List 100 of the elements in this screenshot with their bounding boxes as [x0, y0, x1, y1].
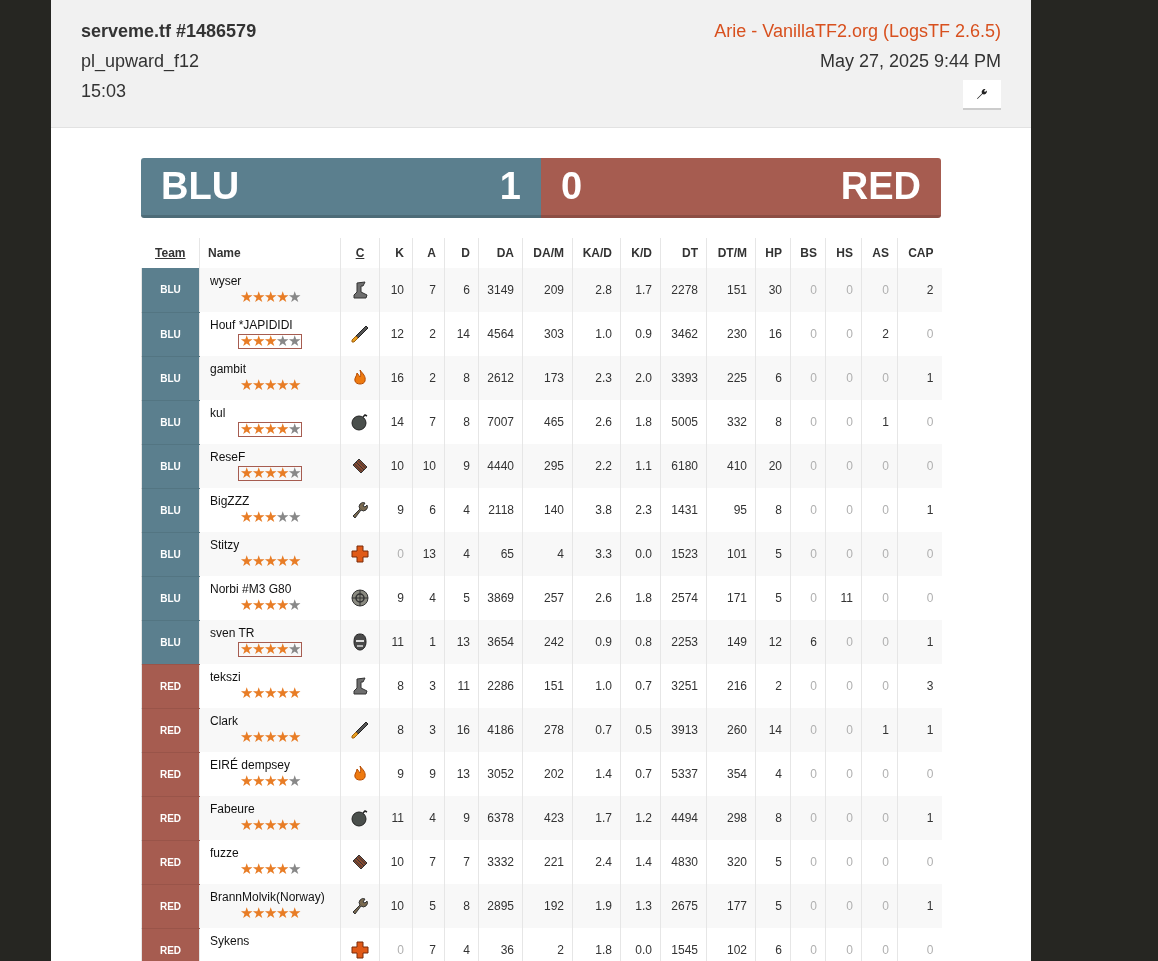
stat-cell: 13: [412, 532, 445, 576]
stat-cell: 9: [444, 796, 479, 840]
stat-cell: 151: [706, 268, 756, 312]
player-name[interactable]: Fabeure: [210, 802, 255, 816]
team-cell: RED: [141, 664, 200, 708]
star-icon: ★: [276, 907, 288, 920]
star-icon: ★: [288, 775, 300, 788]
star-icon: ★: [240, 643, 252, 656]
stat-cell: 0: [790, 356, 826, 400]
stat-cell: 8: [444, 356, 479, 400]
stat-cell: 2253: [660, 620, 707, 664]
stat-cell: 5: [755, 532, 791, 576]
player-name[interactable]: tekszi: [210, 670, 241, 684]
stat-cell: 149: [706, 620, 756, 664]
stat-cell: 0: [790, 444, 826, 488]
player-name[interactable]: sven TR: [210, 626, 255, 640]
star-icon: ★: [276, 687, 288, 700]
star-icon: ★: [264, 423, 276, 436]
team-cell: RED: [141, 840, 200, 884]
star-icon: ★: [276, 335, 288, 348]
stat-cell: 10: [379, 268, 413, 312]
column-header: A: [427, 246, 436, 260]
uploader-link[interactable]: Arie - VanillaTF2.org (LogsTF 2.6.5): [714, 20, 1001, 42]
star-icon: ★: [276, 599, 288, 612]
star-icon: ★: [288, 511, 300, 524]
stat-cell: 298: [706, 796, 756, 840]
star-icon: ★: [240, 335, 252, 348]
stat-cell: 0: [825, 796, 862, 840]
stat-cell: 3.3: [572, 532, 621, 576]
stat-cell: 192: [522, 884, 573, 928]
player-name[interactable]: BrannMolvik(Norway): [210, 890, 325, 904]
wrench-button[interactable]: [963, 80, 1001, 110]
stat-cell: 0.0: [620, 532, 661, 576]
stat-cell: 1: [897, 884, 942, 928]
stat-cell: 14: [755, 708, 791, 752]
player-name[interactable]: gambit: [210, 362, 247, 376]
player-name[interactable]: Norbi #M3 G80: [210, 582, 292, 596]
stat-cell: 0: [825, 444, 862, 488]
stat-cell: 102: [706, 928, 756, 961]
column-header-link[interactable]: Team: [155, 246, 186, 260]
stat-cell: 0: [790, 884, 826, 928]
masked-head-icon: [350, 632, 370, 652]
player-name[interactable]: Stitzy: [210, 538, 240, 552]
stat-cell: 0.8: [620, 620, 661, 664]
star-icon: ★: [240, 863, 252, 876]
stat-cell: 10: [379, 884, 413, 928]
stat-cell: 2.8: [572, 268, 621, 312]
player-name[interactable]: Clark: [210, 714, 238, 728]
star-icon: ★: [264, 863, 276, 876]
player-name[interactable]: BigZZZ: [210, 494, 250, 508]
star-icon: ★: [276, 555, 288, 568]
team-cell: BLU: [141, 576, 200, 620]
stat-cell: 12: [755, 620, 791, 664]
stat-cell: 4: [522, 532, 573, 576]
stat-cell: 6378: [478, 796, 523, 840]
stat-cell: 2: [412, 356, 445, 400]
star-icon: ★: [240, 687, 252, 700]
column-header: KA/D: [582, 246, 612, 260]
star-icon: ★: [264, 511, 276, 524]
player-name[interactable]: ReseF: [210, 450, 246, 464]
star-icon: ★: [264, 335, 276, 348]
star-icon: ★: [276, 643, 288, 656]
star-icon: ★: [288, 467, 300, 480]
star-icon: ★: [264, 731, 276, 744]
team-label: BLU: [161, 165, 240, 208]
team-cell: BLU: [141, 444, 200, 488]
stat-cell: 1: [897, 356, 942, 400]
stat-cell: 1.1: [620, 444, 661, 488]
team-cell: RED: [141, 796, 200, 840]
stat-cell: 0: [861, 444, 898, 488]
player-name[interactable]: wyser: [210, 274, 242, 288]
team-cell: BLU: [141, 268, 200, 312]
star-icon: ★: [240, 467, 252, 480]
stat-cell: 3393: [660, 356, 707, 400]
team-score: 0: [561, 165, 583, 208]
player-name[interactable]: fuzze: [210, 846, 239, 860]
team-cell: RED: [141, 928, 200, 961]
stat-cell: 242: [522, 620, 573, 664]
star-icon: ★: [288, 291, 300, 304]
stat-cell: 1: [897, 620, 942, 664]
stat-cell: 0: [825, 356, 862, 400]
player-name[interactable]: Sykens: [210, 934, 250, 948]
stat-cell: 0: [861, 796, 898, 840]
star-icon: ★: [252, 599, 264, 612]
star-icon: ★: [252, 687, 264, 700]
player-name[interactable]: Houf *JAPIDIDI: [210, 318, 293, 332]
stat-cell: 0: [825, 532, 862, 576]
player-name[interactable]: EIRÉ dempsey: [210, 758, 291, 772]
stat-cell: 10: [379, 444, 413, 488]
stat-cell: 0: [790, 532, 826, 576]
match-duration: 15:03: [81, 80, 128, 102]
column-header-link[interactable]: C: [355, 246, 365, 260]
stat-cell: 16: [379, 356, 413, 400]
star-icon: ★: [240, 555, 252, 568]
stat-cell: 0: [825, 708, 862, 752]
column-header: HS: [836, 246, 853, 260]
star-icon: ★: [264, 555, 276, 568]
stat-cell: 0.5: [620, 708, 661, 752]
player-name[interactable]: kul: [210, 406, 226, 420]
star-icon: ★: [252, 643, 264, 656]
